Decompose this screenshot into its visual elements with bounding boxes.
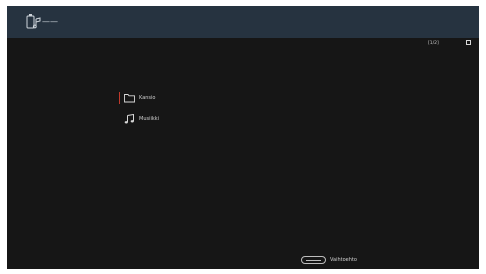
list-item-kansio[interactable]: Kansio <box>119 92 209 104</box>
header-bar: —— <box>7 6 479 38</box>
screen: —— [1/2] Kansio Musiikki Vaihtoehto <box>7 6 479 269</box>
option-key-icon[interactable] <box>301 256 326 264</box>
music-note-icon <box>124 114 134 124</box>
list-item-musiikki[interactable]: Musiikki <box>119 113 209 125</box>
option-key-line <box>306 260 321 261</box>
checkbox-icon[interactable] <box>466 40 471 45</box>
header-title: —— <box>42 17 58 26</box>
list-item-label: Kansio <box>139 95 156 101</box>
selection-marker <box>119 92 120 104</box>
list-item-label: Musiikki <box>139 116 160 122</box>
folder-icon <box>124 94 135 103</box>
music-device-icon <box>26 14 41 29</box>
option-label[interactable]: Vaihtoehto <box>330 257 357 263</box>
page-counter: [1/2] <box>428 41 439 46</box>
